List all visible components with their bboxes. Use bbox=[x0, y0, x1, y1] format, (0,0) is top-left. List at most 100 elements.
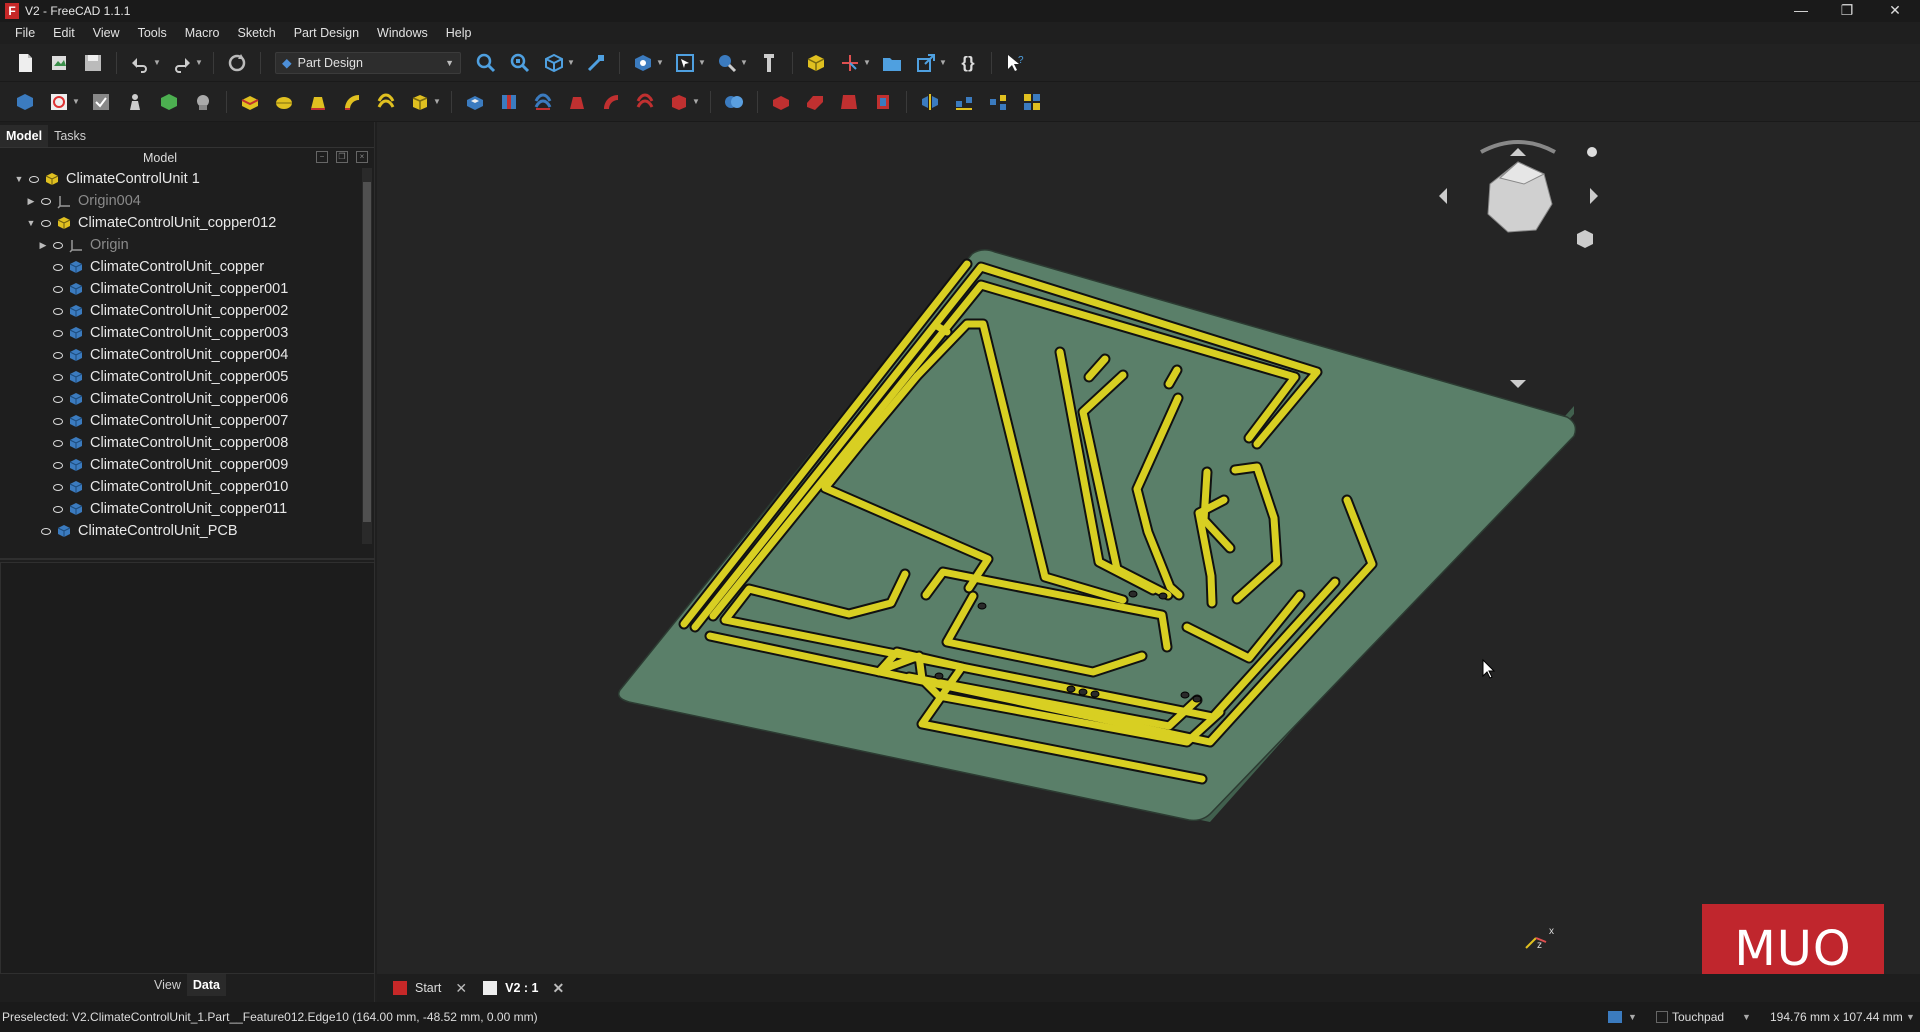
visibility-eye-icon[interactable] bbox=[52, 504, 64, 514]
tree-item[interactable]: ClimateControlUnit_copper010 bbox=[38, 476, 288, 498]
bounding-box-icon[interactable] bbox=[583, 50, 609, 76]
create-sketch-icon[interactable] bbox=[46, 89, 72, 115]
shape-binder-icon[interactable] bbox=[122, 89, 148, 115]
create-body-icon[interactable] bbox=[12, 89, 38, 115]
new-file-button[interactable] bbox=[12, 50, 38, 76]
close-window-button[interactable]: ✕ bbox=[1872, 0, 1918, 22]
chevron-down-icon[interactable]: ▼ bbox=[1628, 1012, 1637, 1022]
collapse-arrow-icon[interactable]: ▶ bbox=[38, 240, 48, 251]
ruler-icon[interactable] bbox=[756, 50, 782, 76]
pocket-icon[interactable] bbox=[462, 89, 488, 115]
minimize-button[interactable]: — bbox=[1778, 0, 1824, 22]
tree-item[interactable]: ClimateControlUnit_copper002 bbox=[38, 300, 288, 322]
tab-document[interactable]: V2 : 1 ✕ bbox=[475, 976, 572, 1000]
menu-windows[interactable]: Windows bbox=[368, 26, 437, 40]
tree-item[interactable]: ClimateControlUnit_copper008 bbox=[38, 432, 288, 454]
visibility-eye-icon[interactable] bbox=[52, 482, 64, 492]
collapse-icon[interactable]: − bbox=[316, 151, 328, 163]
restore-button[interactable]: ❐ bbox=[1824, 0, 1870, 22]
visibility-eye-icon[interactable] bbox=[40, 196, 52, 206]
fit-all-icon[interactable] bbox=[473, 50, 499, 76]
close-panel-icon[interactable]: × bbox=[356, 151, 368, 163]
tab-data[interactable]: Data bbox=[186, 974, 226, 996]
visibility-eye-icon[interactable] bbox=[52, 262, 64, 272]
navigation-cube[interactable] bbox=[1439, 140, 1598, 388]
visibility-eye-icon[interactable] bbox=[52, 460, 64, 470]
braces-icon[interactable]: {} bbox=[955, 50, 981, 76]
visibility-eye-icon[interactable] bbox=[52, 350, 64, 360]
create-part-icon[interactable] bbox=[803, 50, 829, 76]
tree-item[interactable]: ▶ Origin bbox=[38, 234, 129, 256]
redo-icon[interactable] bbox=[169, 50, 195, 76]
visibility-eye-icon[interactable] bbox=[52, 240, 64, 250]
pcb-model[interactable]: x z bbox=[377, 122, 1920, 974]
hole-icon[interactable] bbox=[496, 89, 522, 115]
panel-splitter[interactable] bbox=[0, 558, 375, 560]
subtractive-box-icon[interactable] bbox=[666, 89, 692, 115]
visibility-eye-icon[interactable] bbox=[52, 284, 64, 294]
visibility-eye-icon[interactable] bbox=[52, 306, 64, 316]
tree-item[interactable]: ▼ ClimateControlUnit 1 bbox=[14, 168, 200, 190]
refresh-icon[interactable] bbox=[224, 50, 250, 76]
workbench-selector[interactable]: ◆ Part Design ▼ bbox=[275, 51, 461, 74]
validate-sketch-icon[interactable] bbox=[88, 89, 114, 115]
groove-icon[interactable] bbox=[530, 89, 556, 115]
polar-pattern-icon[interactable] bbox=[985, 89, 1011, 115]
linear-pattern-icon[interactable] bbox=[951, 89, 977, 115]
menu-tools[interactable]: Tools bbox=[129, 26, 176, 40]
menu-view[interactable]: View bbox=[84, 26, 129, 40]
thickness-icon[interactable] bbox=[870, 89, 896, 115]
chevron-down-icon[interactable]: ▼ bbox=[1742, 1012, 1751, 1022]
tree-scrollbar[interactable] bbox=[362, 168, 372, 544]
expand-arrow-icon[interactable]: ▼ bbox=[26, 218, 36, 228]
tree-item[interactable]: ClimateControlUnit_copper001 bbox=[38, 278, 288, 300]
fillet-icon[interactable] bbox=[768, 89, 794, 115]
multi-transform-icon[interactable] bbox=[1019, 89, 1045, 115]
link-icon[interactable] bbox=[913, 50, 939, 76]
collapse-arrow-icon[interactable]: ▶ bbox=[26, 196, 36, 207]
pad-icon[interactable] bbox=[237, 89, 263, 115]
revolution-icon[interactable] bbox=[271, 89, 297, 115]
visibility-eye-icon[interactable] bbox=[52, 328, 64, 338]
visibility-eye-icon[interactable] bbox=[52, 372, 64, 382]
fit-selection-icon[interactable] bbox=[507, 50, 533, 76]
tree-item[interactable]: ClimateControlUnit_copper011 bbox=[38, 498, 287, 520]
additive-loft-icon[interactable] bbox=[305, 89, 331, 115]
scrollbar-thumb[interactable] bbox=[363, 182, 371, 522]
draw-style-icon[interactable] bbox=[630, 50, 656, 76]
tree-item[interactable]: ClimateControlUnit_copper005 bbox=[38, 366, 288, 388]
menu-help[interactable]: Help bbox=[437, 26, 481, 40]
folder-icon[interactable] bbox=[879, 50, 905, 76]
menu-part-design[interactable]: Part Design bbox=[285, 26, 368, 40]
measure-icon[interactable] bbox=[714, 50, 740, 76]
tab-view[interactable]: View bbox=[148, 974, 187, 996]
tab-model[interactable]: Model bbox=[0, 125, 49, 147]
subtractive-loft-icon[interactable] bbox=[564, 89, 590, 115]
boolean-icon[interactable] bbox=[721, 89, 747, 115]
menu-edit[interactable]: Edit bbox=[44, 26, 84, 40]
expand-arrow-icon[interactable]: ▼ bbox=[14, 174, 24, 184]
additive-box-icon[interactable] bbox=[407, 89, 433, 115]
tree-item[interactable]: ClimateControlUnit_copper bbox=[38, 256, 264, 278]
close-icon[interactable]: ✕ bbox=[553, 980, 565, 997]
draft-icon[interactable] bbox=[836, 89, 862, 115]
subtractive-pipe-icon[interactable] bbox=[598, 89, 624, 115]
sub-shape-binder-icon[interactable] bbox=[156, 89, 182, 115]
tree-item[interactable]: ClimateControlUnit_copper003 bbox=[38, 322, 288, 344]
tree-item[interactable]: ClimateControlUnit_copper009 bbox=[38, 454, 288, 476]
tree-item[interactable]: ClimateControlUnit_PCB bbox=[26, 520, 238, 542]
visibility-eye-icon[interactable] bbox=[52, 416, 64, 426]
open-file-button[interactable] bbox=[46, 50, 72, 76]
tab-start[interactable]: Start ✕ bbox=[385, 976, 475, 1000]
view-mode-icon[interactable] bbox=[1608, 1011, 1622, 1023]
menu-file[interactable]: File bbox=[6, 26, 44, 40]
whats-this-icon[interactable]: ? bbox=[1002, 50, 1028, 76]
visibility-eye-icon[interactable] bbox=[52, 438, 64, 448]
navigation-style[interactable]: Touchpad bbox=[1672, 1010, 1724, 1024]
menu-macro[interactable]: Macro bbox=[176, 26, 229, 40]
clone-icon[interactable] bbox=[190, 89, 216, 115]
subtractive-helix-icon[interactable] bbox=[632, 89, 658, 115]
visibility-eye-icon[interactable] bbox=[40, 526, 52, 536]
float-panel-icon[interactable]: ❐ bbox=[336, 151, 348, 163]
mirrored-icon[interactable] bbox=[917, 89, 943, 115]
